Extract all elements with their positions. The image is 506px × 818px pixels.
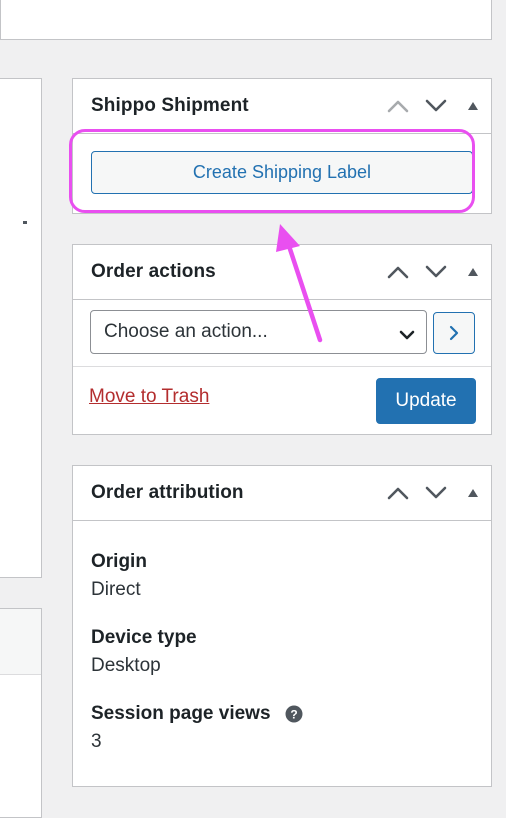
move-up-button[interactable]: [379, 79, 417, 133]
move-down-button[interactable]: [417, 79, 455, 133]
order-items-panel-header: [0, 609, 41, 675]
partial-content-mark: [23, 221, 27, 224]
device-type-value: Desktop: [91, 655, 161, 676]
device-type-label: Device type: [91, 627, 197, 648]
actions-divider: [73, 366, 491, 367]
toggle-panel-button[interactable]: [455, 245, 491, 299]
chevron-down-icon: [399, 325, 415, 347]
attribution-origin: Origin Direct: [91, 550, 303, 603]
order-items-panel: [0, 608, 42, 818]
top-panel: [0, 0, 492, 40]
create-shipping-label-button[interactable]: Create Shipping Label: [91, 151, 473, 194]
move-up-button[interactable]: [379, 466, 417, 520]
session-page-views-label: Session page views: [91, 703, 271, 724]
shippo-shipment-title: Shippo Shipment: [91, 95, 249, 116]
origin-label: Origin: [91, 551, 147, 572]
order-actions-box: Order actions Choose an action... Move t…: [72, 244, 492, 435]
attribution-session-page-views: Session page views ? 3: [91, 702, 303, 755]
order-action-select-value: Choose an action...: [104, 321, 268, 342]
order-actions-controls: [379, 245, 491, 299]
session-page-views-label-row: Session page views ?: [91, 702, 303, 726]
chevron-down-icon: [425, 486, 447, 499]
order-actions-title: Order actions: [91, 261, 216, 282]
order-actions-header: Order actions: [73, 245, 491, 300]
chevron-up-icon: [387, 266, 409, 279]
update-button[interactable]: Update: [376, 378, 476, 424]
chevron-up-icon: [387, 100, 409, 113]
move-down-button[interactable]: [417, 466, 455, 520]
move-up-button[interactable]: [379, 245, 417, 299]
order-action-select[interactable]: Choose an action...: [90, 310, 427, 354]
order-attribution-title: Order attribution: [91, 482, 244, 503]
triangle-up-icon: [468, 489, 478, 497]
session-page-views-value: 3: [91, 731, 102, 752]
chevron-down-icon: [425, 99, 447, 112]
triangle-up-icon: [468, 102, 478, 110]
order-data-panel: [0, 78, 42, 578]
chevron-up-icon: [387, 487, 409, 500]
shippo-shipment-header: Shippo Shipment: [73, 79, 491, 134]
shippo-box-controls: [379, 79, 491, 133]
attribution-device-type: Device type Desktop: [91, 626, 303, 679]
apply-action-button[interactable]: [433, 312, 475, 354]
toggle-panel-button[interactable]: [455, 79, 491, 133]
svg-text:?: ?: [290, 708, 297, 722]
order-attribution-box: Order attribution Origin Direct Device t…: [72, 465, 492, 787]
triangle-up-icon: [468, 268, 478, 276]
origin-value: Direct: [91, 579, 141, 600]
order-attribution-controls: [379, 466, 491, 520]
move-to-trash-link[interactable]: Move to Trash: [89, 386, 209, 408]
order-attribution-header: Order attribution: [73, 466, 491, 521]
chevron-down-icon: [425, 265, 447, 278]
attribution-details: Origin Direct Device type Desktop Sessio…: [91, 550, 303, 778]
chevron-right-icon: [449, 325, 459, 341]
shippo-shipment-box: Shippo Shipment Create Shipping Label: [72, 78, 492, 214]
help-icon[interactable]: ?: [285, 705, 303, 723]
move-down-button[interactable]: [417, 245, 455, 299]
toggle-panel-button[interactable]: [455, 466, 491, 520]
